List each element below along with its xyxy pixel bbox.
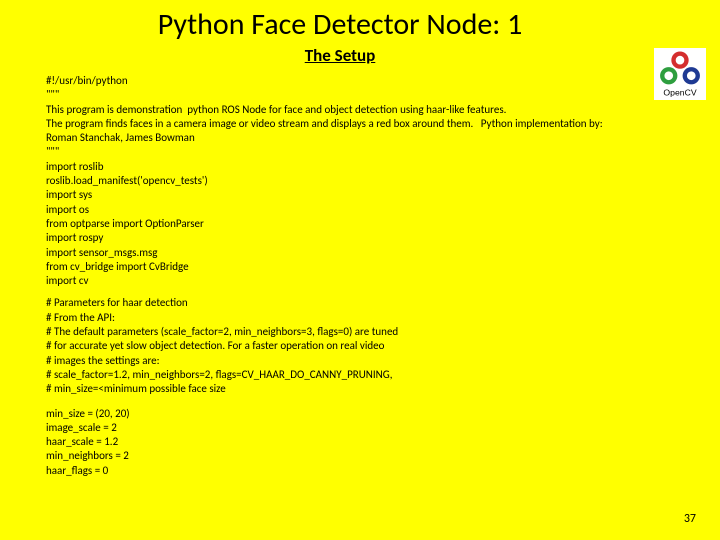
slide-subtitle: The Setup — [0, 45, 720, 74]
slide-title: Python Face Detector Node: 1 — [0, 0, 720, 45]
opencv-logo-icon: OpenCV — [654, 48, 706, 100]
opencv-logo-label: OpenCV — [663, 88, 696, 98]
page-number: 37 — [684, 512, 696, 526]
code-block-comments: # Parameters for haar detection # From t… — [0, 296, 720, 396]
code-block-params: min_size = (20, 20) image_scale = 2 haar… — [0, 407, 720, 478]
code-block-imports: #!/usr/bin/python """ This program is de… — [0, 74, 720, 288]
opencv-logo: OpenCV — [654, 48, 706, 100]
